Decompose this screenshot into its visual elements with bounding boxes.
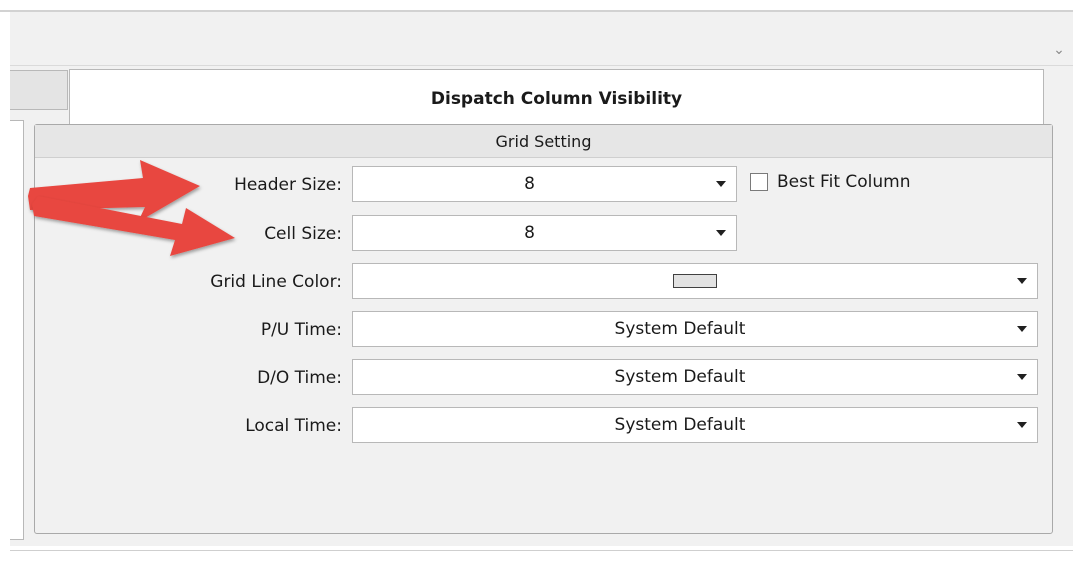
do-time-label: D/O Time: — [257, 368, 342, 388]
content-area: Dispatch Column Visibility Grid Setting … — [10, 66, 1073, 546]
dropdown-arrow-icon[interactable] — [1017, 422, 1027, 428]
pu-time-label: P/U Time: — [260, 320, 342, 340]
top-toolbar-strip: ⌄ — [10, 12, 1073, 66]
dropdown-arrow-icon[interactable] — [1017, 326, 1027, 332]
left-panel — [10, 120, 24, 540]
best-fit-column-label[interactable]: Best Fit Column — [777, 172, 911, 192]
grid-line-color-dropdown[interactable] — [352, 263, 1038, 299]
local-time-value: System Default — [614, 415, 746, 435]
previous-tab[interactable] — [10, 70, 68, 110]
tab-title: Dispatch Column Visibility — [430, 89, 683, 109]
dropdown-arrow-icon[interactable] — [1017, 374, 1027, 380]
cell-size-dropdown[interactable]: 8 — [352, 215, 737, 251]
cell-size-label: Cell Size: — [264, 224, 342, 244]
cell-size-value: 8 — [524, 223, 535, 243]
local-time-dropdown[interactable]: System Default — [352, 407, 1038, 443]
dropdown-arrow-icon[interactable] — [716, 181, 726, 187]
grid-setting-title: Grid Setting — [35, 125, 1052, 158]
pu-time-dropdown[interactable]: System Default — [352, 311, 1038, 347]
local-time-label: Local Time: — [245, 416, 342, 436]
do-time-dropdown[interactable]: System Default — [352, 359, 1038, 395]
chevron-down-icon[interactable]: ⌄ — [1049, 40, 1069, 60]
header-size-dropdown[interactable]: 8 — [352, 166, 737, 202]
bottom-divider — [10, 550, 1073, 551]
do-time-value: System Default — [614, 367, 746, 387]
dropdown-arrow-icon[interactable] — [716, 230, 726, 236]
best-fit-column-checkbox[interactable] — [750, 173, 768, 191]
grid-line-color-label: Grid Line Color: — [210, 272, 342, 292]
dropdown-arrow-icon[interactable] — [1017, 278, 1027, 284]
grid-line-color-swatch — [673, 274, 717, 288]
pu-time-value: System Default — [614, 319, 746, 339]
tab-dispatch-column-visibility[interactable]: Dispatch Column Visibility — [69, 69, 1044, 129]
grid-setting-group: Grid Setting Header Size: 8 Best Fit Col… — [34, 124, 1053, 534]
header-size-label: Header Size: — [234, 175, 342, 195]
header-size-value: 8 — [524, 174, 535, 194]
